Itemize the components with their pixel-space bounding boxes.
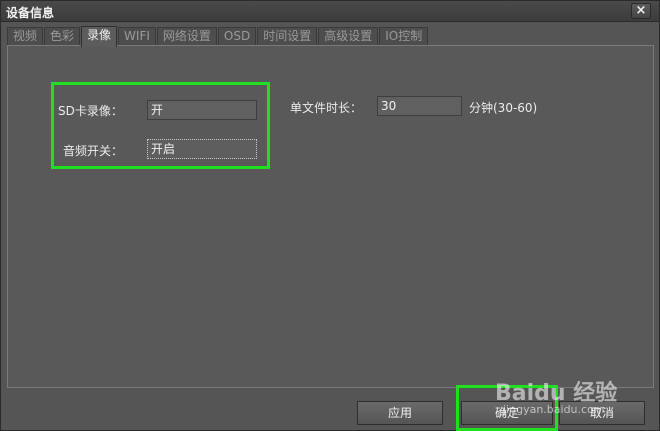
tab-record[interactable]: 录像: [81, 26, 118, 47]
title-bar: 设备信息 ×: [1, 1, 659, 22]
tab-wifi[interactable]: WIFI: [118, 27, 156, 46]
tab-io-control[interactable]: IO控制: [379, 27, 429, 46]
close-icon: ×: [635, 3, 647, 18]
close-button[interactable]: ×: [631, 3, 651, 19]
highlight-record-fields: [51, 82, 270, 169]
tab-bar: 视频 色彩 录像 WIFI 网络设置 OSD 时间设置 高级设置 IO控制: [7, 26, 429, 47]
device-info-dialog: 设备信息 × 视频 色彩 录像 WIFI 网络设置 OSD 时间设置 高级设置 …: [0, 0, 660, 431]
tab-color[interactable]: 色彩: [44, 27, 81, 46]
tab-network[interactable]: 网络设置: [156, 27, 217, 46]
window-title: 设备信息: [6, 6, 55, 20]
file-length-input[interactable]: 30: [377, 96, 462, 116]
cancel-button[interactable]: 取消: [559, 401, 645, 425]
tab-video[interactable]: 视频: [7, 27, 44, 46]
apply-button[interactable]: 应用: [357, 401, 443, 425]
tab-osd[interactable]: OSD: [217, 27, 257, 46]
file-length-unit: 分钟(30-60): [469, 101, 538, 115]
tab-advanced[interactable]: 高级设置: [318, 27, 379, 46]
highlight-ok-button: [456, 385, 558, 431]
file-length-label: 单文件时长：: [290, 101, 363, 115]
tab-time[interactable]: 时间设置: [257, 27, 318, 46]
